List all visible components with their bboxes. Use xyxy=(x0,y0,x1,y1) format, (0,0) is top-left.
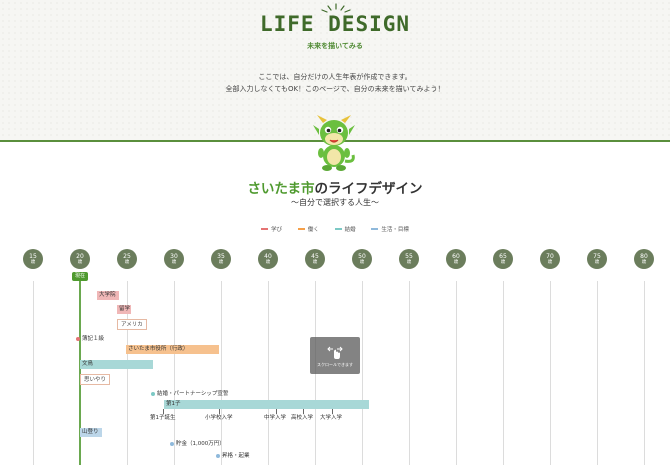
age-unit: 歳 xyxy=(406,259,412,265)
milestone-born: 第1子誕生 xyxy=(150,415,176,421)
grid-line xyxy=(174,281,175,465)
logo-tagline: 未来を描いてみる xyxy=(307,42,363,50)
age-badge-65: 65 歳 xyxy=(493,249,513,269)
grid-line xyxy=(268,281,269,465)
age-unit: 歳 xyxy=(500,259,506,265)
event-marriage[interactable]: 結婚・パートナーシップ宣誓 xyxy=(157,390,228,398)
legend-swatch xyxy=(334,228,342,230)
age-unit: 歳 xyxy=(218,259,224,265)
age-unit: 歳 xyxy=(124,259,130,265)
grid-line xyxy=(503,281,504,465)
age-badge-35: 35 歳 xyxy=(211,249,231,269)
age-badge-15: 15 歳 xyxy=(23,249,43,269)
now-badge: 現在 xyxy=(72,272,88,281)
event-mountain[interactable]: 山登り xyxy=(80,428,102,437)
legend-item-life: 生活・目標 xyxy=(371,225,409,233)
event-child1[interactable]: 第1子 xyxy=(164,400,369,409)
event-retire[interactable]: 昇格・起業 xyxy=(222,452,250,460)
scroll-hint[interactable]: スクロールできます xyxy=(310,337,360,374)
age-badge-80: 80 歳 xyxy=(634,249,654,269)
age-unit: 歳 xyxy=(359,259,365,265)
age-badge-40: 40 歳 xyxy=(258,249,278,269)
age-unit: 歳 xyxy=(594,259,600,265)
age-badge-30: 30 歳 xyxy=(164,249,184,269)
event-dot xyxy=(151,392,155,396)
event-car[interactable]: 文鳥 xyxy=(80,360,153,369)
event-college[interactable]: 大学院 xyxy=(97,291,119,300)
event-dot xyxy=(216,454,220,458)
legend-label: 結婚 xyxy=(344,227,356,233)
milestone-junior: 中学入学 xyxy=(264,415,287,421)
grid-line xyxy=(409,281,410,465)
age-badge-20: 20 歳 xyxy=(70,249,90,269)
legend-item-study: 学び xyxy=(261,225,282,233)
event-study-abroad[interactable]: 留学 xyxy=(117,305,131,314)
scroll-hint-text: スクロールできます xyxy=(317,361,353,367)
legend-label: 働く xyxy=(307,227,319,233)
intro-text-2: 全部入力しなくてもOK！このページで、自分の未来を描いてみよう！ xyxy=(225,85,445,93)
legend-label: 生活・目標 xyxy=(381,227,409,233)
age-unit: 歳 xyxy=(77,259,83,265)
event-america[interactable]: アメリカ xyxy=(117,319,147,330)
plan-title: さいたま市のライフデザイン xyxy=(0,177,670,197)
legend-swatch xyxy=(297,228,305,230)
grid-line xyxy=(644,281,645,465)
age-badge-25: 25 歳 xyxy=(117,249,137,269)
age-unit: 歳 xyxy=(547,259,553,265)
age-badge-50: 50 歳 xyxy=(352,249,372,269)
category-legend: 学び 働く 結婚 生活・目標 xyxy=(0,225,670,233)
plan-subtitle: 〜自分で選択する人生〜 xyxy=(291,198,379,207)
age-unit: 歳 xyxy=(265,259,271,265)
age-unit: 歳 xyxy=(30,259,36,265)
milestone-high: 高校入学 xyxy=(291,415,314,421)
age-badge-60: 60 歳 xyxy=(446,249,466,269)
event-savings[interactable]: 貯金（1,000万円） xyxy=(176,440,225,448)
event-dot xyxy=(170,442,174,446)
age-badge-45: 45 歳 xyxy=(305,249,325,269)
age-badge-70: 70 歳 xyxy=(540,249,560,269)
swipe-hand-icon xyxy=(327,346,343,359)
grid-line xyxy=(456,281,457,465)
event-kindness[interactable]: 思いやり xyxy=(80,374,111,385)
plan-title-rest: のライフデザイン xyxy=(314,181,423,197)
age-badge-75: 75 歳 xyxy=(587,249,607,269)
grid-line xyxy=(221,281,222,465)
age-unit: 歳 xyxy=(641,259,647,265)
milestone-elementary: 小学校入学 xyxy=(205,415,233,421)
now-marker-line xyxy=(79,281,81,465)
legend-item-work: 働く xyxy=(297,225,319,233)
event-job[interactable]: さいたま市役所（行政） xyxy=(126,345,219,354)
grid-line xyxy=(597,281,598,465)
legend-item-marriage: 結婚 xyxy=(334,225,356,233)
age-unit: 歳 xyxy=(453,259,459,265)
grid-line xyxy=(362,281,363,465)
legend-swatch xyxy=(371,228,379,230)
age-badge-55: 55 歳 xyxy=(399,249,419,269)
event-bookkeeping[interactable]: 簿記１級 xyxy=(82,335,104,343)
life-timeline[interactable]: 15 歳 20 歳 25 歳 30 歳 35 歳 40 歳 45 歳 50 歳 55 歳 60 歳 65 歳 70 歳 75 歳 8… xyxy=(0,243,670,465)
age-unit: 歳 xyxy=(171,259,177,265)
intro-text-1: ここでは、自分だけの人生年表が作成できます。 xyxy=(258,73,412,81)
event-dot xyxy=(76,337,80,341)
age-unit: 歳 xyxy=(312,259,318,265)
grid-line xyxy=(33,281,34,465)
legend-label: 学び xyxy=(271,227,283,233)
milestone-university: 大学入学 xyxy=(320,415,343,421)
mascot-dragon-icon xyxy=(313,115,355,171)
site-logo: LIFE DESIGN xyxy=(259,12,411,36)
grid-line xyxy=(550,281,551,465)
legend-swatch xyxy=(261,228,269,230)
plan-title-city: さいたま市 xyxy=(247,181,315,197)
